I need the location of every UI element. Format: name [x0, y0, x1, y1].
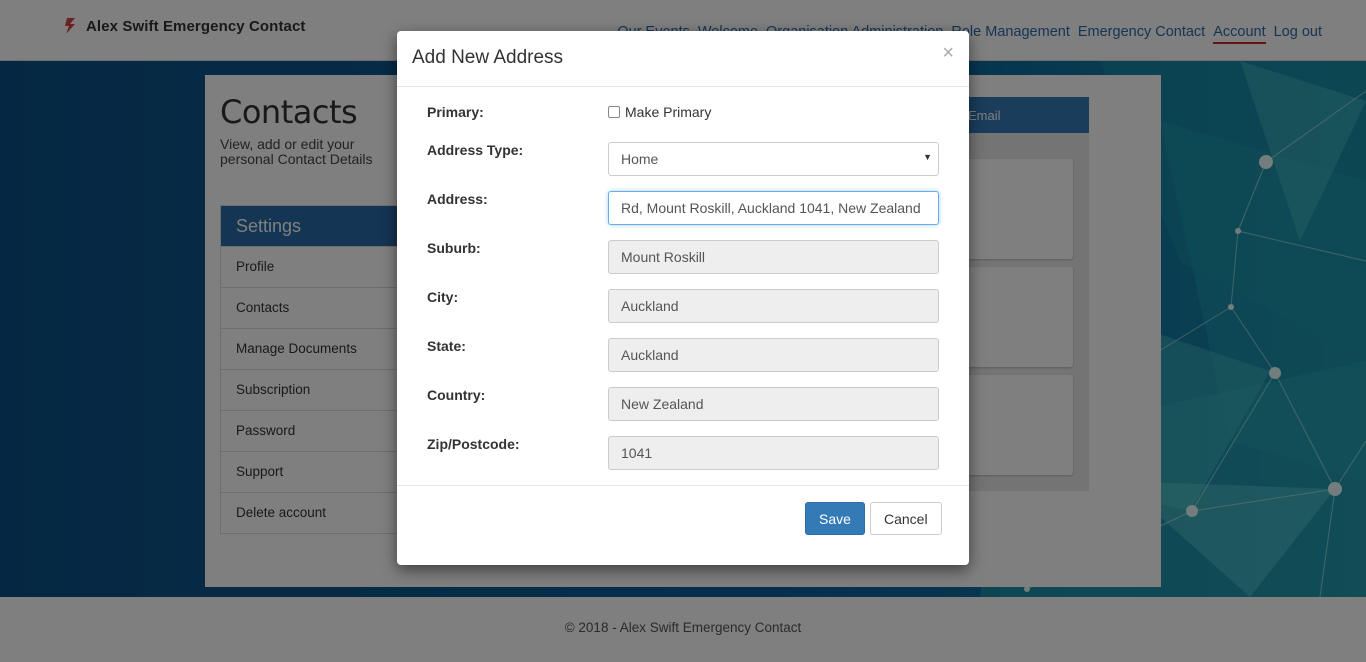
chevron-down-icon: ▼	[923, 152, 932, 162]
address-type-select[interactable]: Home ▼	[608, 142, 939, 176]
save-button[interactable]: Save	[805, 502, 865, 535]
suburb-value: Mount Roskill	[621, 249, 706, 265]
address-label: Address:	[427, 191, 488, 207]
city-input[interactable]: Auckland	[608, 289, 939, 323]
address-row: Address: Rd, Mount Roskill, Auckland 104…	[427, 191, 939, 225]
zip-label: Zip/Postcode:	[427, 436, 520, 452]
address-type-value: Home	[621, 151, 659, 167]
country-input[interactable]: New Zealand	[608, 387, 939, 421]
zip-value: 1041	[621, 445, 653, 461]
suburb-row: Suburb: Mount Roskill	[427, 240, 939, 274]
state-row: State: Auckland	[427, 338, 939, 372]
address-type-row: Address Type: Home ▼	[427, 142, 939, 176]
suburb-label: Suburb:	[427, 240, 481, 256]
add-address-modal: Add New Address × Primary: Make Primary …	[397, 31, 969, 565]
close-icon[interactable]: ×	[942, 43, 954, 63]
country-row: Country: New Zealand	[427, 387, 939, 421]
modal-footer: Save Cancel	[397, 485, 969, 565]
suburb-input[interactable]: Mount Roskill	[608, 240, 939, 274]
primary-row: Primary: Make Primary	[427, 104, 939, 138]
country-value: New Zealand	[621, 396, 704, 412]
address-input[interactable]: Rd, Mount Roskill, Auckland 1041, New Ze…	[608, 191, 939, 225]
address-type-label: Address Type:	[427, 142, 524, 158]
make-primary-checkbox[interactable]	[608, 106, 620, 118]
zip-input[interactable]: 1041	[608, 436, 939, 470]
cancel-button[interactable]: Cancel	[870, 502, 942, 535]
primary-label: Primary:	[427, 104, 484, 120]
state-value: Auckland	[621, 347, 679, 363]
make-primary-option[interactable]: Make Primary	[608, 104, 711, 120]
address-value: Rd, Mount Roskill, Auckland 1041, New Ze…	[621, 200, 921, 216]
state-label: State:	[427, 338, 466, 354]
modal-title: Add New Address	[412, 47, 564, 68]
modal-header: Add New Address ×	[397, 31, 969, 87]
make-primary-label: Make Primary	[625, 104, 712, 120]
city-value: Auckland	[621, 298, 679, 314]
city-label: City:	[427, 289, 459, 305]
zip-row: Zip/Postcode: 1041	[427, 436, 939, 470]
state-input[interactable]: Auckland	[608, 338, 939, 372]
city-row: City: Auckland	[427, 289, 939, 323]
country-label: Country:	[427, 387, 486, 403]
